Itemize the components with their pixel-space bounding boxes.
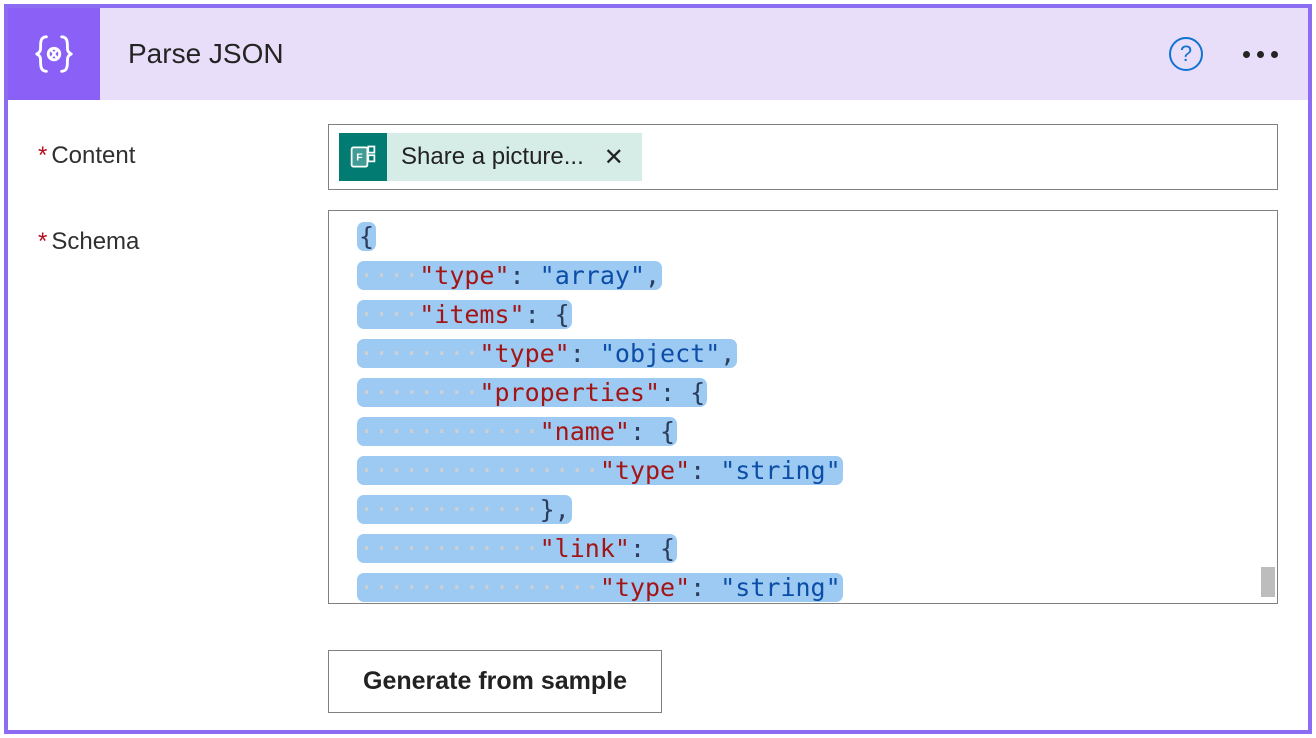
more-button[interactable] [1243, 51, 1278, 58]
code-line: ············"name": { [357, 412, 1277, 451]
code-line: ············"link": { [357, 529, 1277, 568]
card-title: Parse JSON [128, 38, 1169, 70]
code-line: ················"type": "string" [357, 568, 1277, 604]
scrollbar[interactable] [1259, 211, 1277, 603]
content-token[interactable]: F Share a picture... ✕ [339, 133, 642, 181]
token-label: Share a picture... [401, 143, 584, 171]
code-line: ····"items": { [357, 295, 1277, 334]
code-line: ····"type": "array", [357, 256, 1277, 295]
parse-json-icon [8, 8, 100, 100]
card-body: *Content F Share a picture... ✕ [8, 100, 1308, 734]
token-remove-icon[interactable]: ✕ [600, 143, 628, 172]
content-input[interactable]: F Share a picture... ✕ [328, 124, 1278, 190]
help-icon: ? [1180, 41, 1192, 67]
code-line: { [357, 217, 1277, 256]
code-line: ········"type": "object", [357, 334, 1277, 373]
parse-json-card: Parse JSON ? *Content F [4, 4, 1312, 734]
schema-editor[interactable]: {····"type": "array",····"items": {·····… [328, 210, 1278, 604]
svg-text:F: F [356, 152, 363, 164]
card-header: Parse JSON ? [8, 8, 1308, 100]
schema-label: *Schema [38, 210, 328, 256]
schema-row: *Schema {····"type": "array",····"items"… [38, 210, 1278, 604]
help-button[interactable]: ? [1169, 37, 1203, 71]
content-label: *Content [38, 124, 328, 170]
generate-from-sample-button[interactable]: Generate from sample [328, 650, 662, 713]
forms-icon: F [339, 133, 387, 181]
content-row: *Content F Share a picture... ✕ [38, 124, 1278, 190]
code-line: ················"type": "string" [357, 451, 1277, 490]
code-line: ········"properties": { [357, 373, 1277, 412]
code-line: ············}, [357, 490, 1277, 529]
